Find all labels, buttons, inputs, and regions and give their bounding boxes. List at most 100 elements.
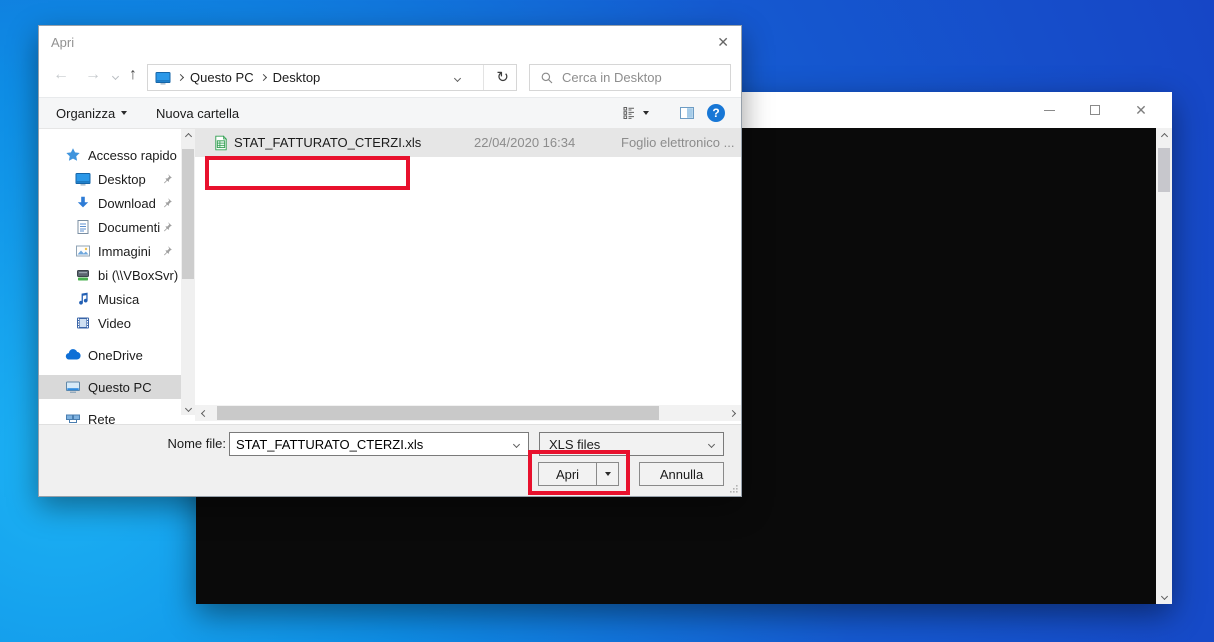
filename-label: Nome file: <box>161 436 226 451</box>
chevron-left-icon <box>200 409 207 416</box>
sidebar-item-documenti[interactable]: Documenti <box>39 215 181 239</box>
file-type: Foglio elettronico ... <box>621 135 734 150</box>
pin-icon <box>161 197 173 209</box>
sidebar-item-label: OneDrive <box>88 348 143 363</box>
new-folder-label: Nuova cartella <box>156 106 239 121</box>
organize-button[interactable]: Organizza <box>50 98 133 128</box>
window-controls: ✕ <box>1026 92 1164 128</box>
filetype-select[interactable]: XLS files <box>539 432 724 456</box>
scroll-right-arrow[interactable] <box>725 405 739 421</box>
chevron-right-icon <box>260 74 267 81</box>
file-modified: 22/04/2020 16:34 <box>474 135 575 150</box>
file-rows: STAT_FATTURATO_CTERZI.xls 22/04/2020 16:3… <box>195 129 741 157</box>
resize-grip[interactable] <box>728 483 738 493</box>
sidebar-item-label: Immagini <box>98 244 151 259</box>
sidebar-item-label: Desktop <box>98 172 146 187</box>
sidebar-item-bi-vboxsvr-z[interactable]: bi (\\VBoxSvr) (Z <box>39 263 181 287</box>
navigation-bar: ← → ↑ Questo PC Desktop ↻ <box>39 60 741 94</box>
sidebar-scrollbar[interactable] <box>181 129 195 415</box>
search-icon <box>530 71 562 85</box>
breadcrumb-item-desktop[interactable]: Desktop <box>273 70 321 85</box>
scrollbar-thumb[interactable] <box>217 406 659 420</box>
pin-icon <box>161 245 173 257</box>
sidebar-item-onedrive[interactable]: OneDrive <box>39 343 181 367</box>
scroll-left-arrow[interactable] <box>197 405 211 421</box>
chevron-down-icon <box>184 404 191 411</box>
horizontal-scrollbar[interactable] <box>195 405 741 421</box>
up-button[interactable]: ↑ <box>129 66 137 84</box>
refresh-button[interactable]: ↻ <box>496 68 509 86</box>
view-mode-button[interactable] <box>615 98 655 128</box>
download-icon <box>75 195 91 211</box>
minimize-button[interactable] <box>1026 92 1072 128</box>
network-drive-icon <box>75 267 91 283</box>
help-button[interactable]: ? <box>707 104 725 122</box>
scroll-up-arrow[interactable] <box>181 129 195 143</box>
scroll-down-arrow[interactable] <box>1156 588 1172 604</box>
breadcrumb: Questo PC Desktop ↻ <box>147 64 517 91</box>
sidebar-item-accesso-rapido[interactable]: Accesso rapido <box>39 143 181 167</box>
sidebar-item-label: Documenti <box>98 220 160 235</box>
toolbar: Organizza Nuova cartella ? <box>39 97 741 129</box>
search-input[interactable] <box>562 70 730 85</box>
desktop-icon <box>75 171 91 187</box>
dialog-titlebar: Apri ✕ <box>39 26 741 60</box>
location-icon <box>155 70 171 86</box>
pin-icon <box>161 173 173 185</box>
divider <box>483 65 484 90</box>
list-view-icon <box>621 105 637 121</box>
cloud-icon <box>65 347 81 363</box>
open-file-dialog: Apri ✕ ← → ↑ Questo PC Desktop ↻ <box>38 25 742 497</box>
scrollbar-thumb[interactable] <box>1158 148 1170 192</box>
dialog-footer: Nome file: XLS files Apri Annulla <box>39 424 741 496</box>
file-row[interactable]: STAT_FATTURATO_CTERZI.xls 22/04/2020 16:3… <box>195 129 741 157</box>
scrollbar-thumb[interactable] <box>182 149 194 279</box>
document-icon <box>75 219 91 235</box>
address-dropdown-chevron-icon[interactable] <box>454 75 461 82</box>
chevron-down-icon[interactable] <box>513 440 520 447</box>
cancel-button[interactable]: Annulla <box>639 462 724 486</box>
dropdown-triangle-icon <box>605 472 611 476</box>
close-button[interactable]: ✕ <box>1118 92 1164 128</box>
recent-locations-chevron-icon[interactable] <box>112 73 119 80</box>
dialog-body: Accesso rapido Desktop Download Documenti Im… <box>39 129 741 426</box>
chevron-up-icon <box>1160 132 1167 139</box>
quick-access-star-icon <box>65 147 81 163</box>
filetype-value: XLS files <box>549 437 600 452</box>
chevron-down-icon <box>708 440 715 447</box>
excel-file-icon <box>213 135 229 151</box>
sidebar-item-label: Video <box>98 316 131 331</box>
sidebar-item-musica[interactable]: Musica <box>39 287 181 311</box>
filename-combobox[interactable] <box>229 432 529 456</box>
scroll-down-arrow[interactable] <box>181 401 195 415</box>
breadcrumb-item-questo-pc[interactable]: Questo PC <box>190 70 254 85</box>
preview-pane-icon <box>679 105 695 121</box>
chevron-right-icon <box>177 74 184 81</box>
sidebar-item-label: Accesso rapido <box>88 148 177 163</box>
pin-icon <box>161 221 173 233</box>
scroll-up-arrow[interactable] <box>1156 128 1172 144</box>
sidebar-item-desktop[interactable]: Desktop <box>39 167 181 191</box>
minimize-icon <box>1044 110 1055 111</box>
sidebar: Accesso rapido Desktop Download Documenti Im… <box>39 129 181 426</box>
open-button[interactable]: Apri <box>538 462 596 486</box>
background-window-scrollbar[interactable] <box>1156 128 1172 604</box>
sidebar-item-label: Questo PC <box>88 380 152 395</box>
dialog-close-button[interactable]: ✕ <box>717 34 729 51</box>
sidebar-item-label: Download <box>98 196 156 211</box>
sidebar-item-video[interactable]: Video <box>39 311 181 335</box>
sidebar-item-questo-pc[interactable]: Questo PC <box>39 375 181 399</box>
open-dropdown-button[interactable] <box>596 462 619 486</box>
picture-icon <box>75 243 91 259</box>
file-name: STAT_FATTURATO_CTERZI.xls <box>234 135 421 150</box>
filename-input[interactable] <box>230 437 514 452</box>
back-button[interactable]: ← <box>53 66 69 84</box>
sidebar-item-download[interactable]: Download <box>39 191 181 215</box>
forward-button[interactable]: → <box>85 66 101 84</box>
new-folder-button[interactable]: Nuova cartella <box>150 98 245 128</box>
preview-pane-button[interactable] <box>673 98 701 128</box>
chevron-right-icon <box>728 409 735 416</box>
sidebar-item-immagini[interactable]: Immagini <box>39 239 181 263</box>
maximize-button[interactable] <box>1072 92 1118 128</box>
maximize-icon <box>1090 105 1100 115</box>
